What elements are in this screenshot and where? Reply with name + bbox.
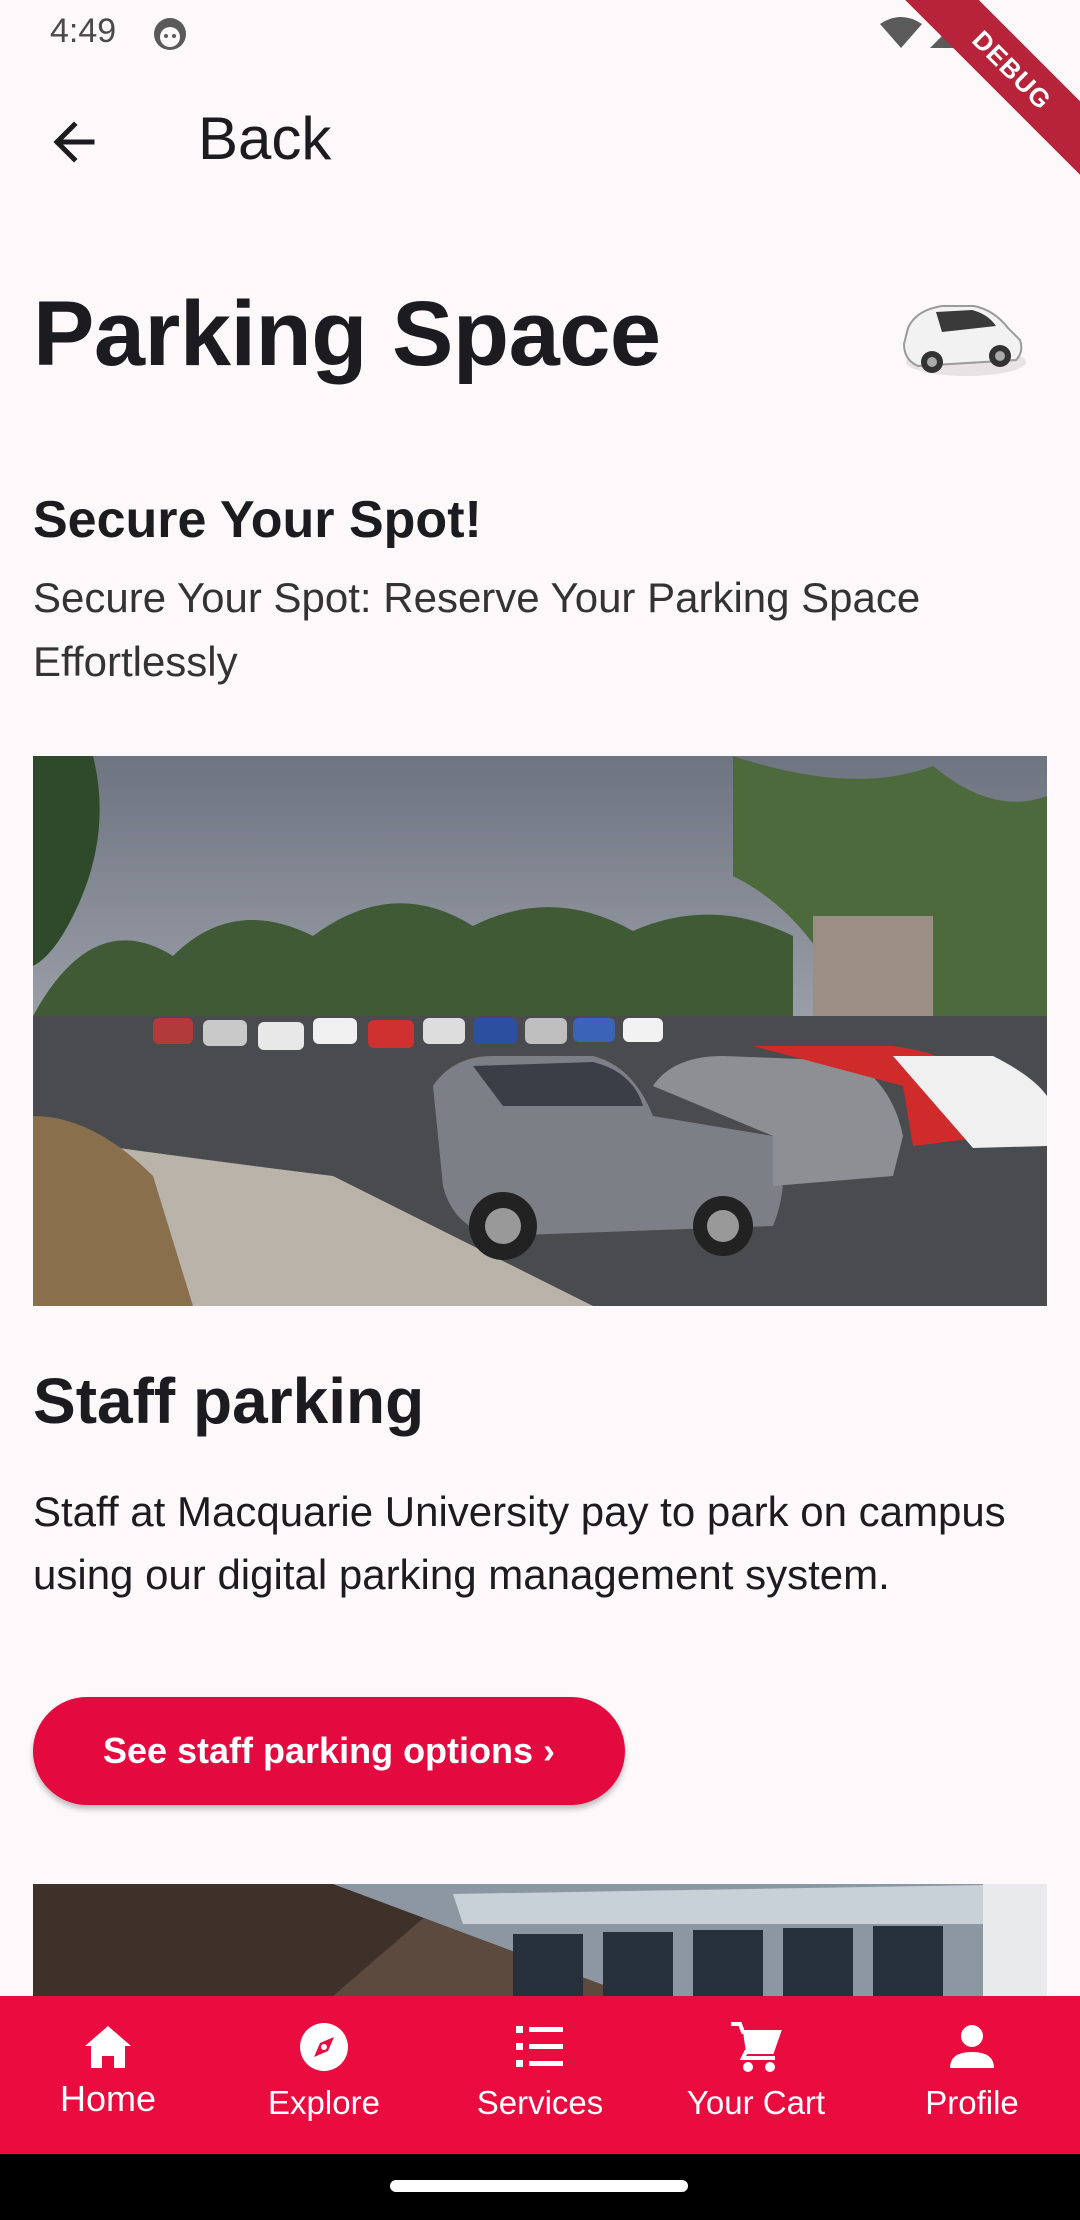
person-icon [950,2025,994,2068]
nav-item-explore[interactable]: Explore [216,1996,432,2154]
wifi-icon [880,17,922,48]
app-bar: Back [0,70,1080,216]
nav-label-profile: Profile [925,2084,1019,2121]
nav-label-cart: Your Cart [686,2084,826,2121]
android-face-icon [154,18,186,50]
nav-item-home[interactable]: Home [0,1996,216,2154]
signal-icon [930,18,960,48]
home-icon [85,2026,131,2068]
system-navigation-bar [0,2154,1080,2220]
nav-label-home: Home [59,2078,157,2119]
back-arrow-icon[interactable] [44,112,104,172]
bottom-navigation: Home Explore Services Your Cart Profile [0,1996,1080,2154]
back-label[interactable]: Back [198,104,331,173]
parking-lot-image [33,756,1047,1306]
nav-item-profile[interactable]: Profile [864,1996,1080,2154]
status-time: 4:49 [50,12,117,50]
nav-item-services[interactable]: Services [432,1996,648,2154]
staff-parking-options-button[interactable]: See staff parking options › [33,1697,625,1805]
nav-label-services: Services [476,2084,604,2121]
status-bar: 4:49 [0,0,1080,66]
staff-parking-description: Staff at Macquarie University pay to par… [33,1488,1006,1598]
page-title: Parking Space [33,283,661,385]
compass-icon [300,2023,348,2071]
cart-icon [731,2022,782,2072]
section-subtitle: Secure Your Spot: Reserve Your Parking S… [33,574,921,685]
list-icon [516,2026,563,2067]
home-indicator[interactable] [390,2180,688,2192]
nav-label-explore: Explore [268,2084,380,2121]
staff-parking-title: Staff parking [33,1365,425,1437]
building-image [33,1884,1047,1996]
section-title: Secure Your Spot! [33,491,482,549]
nav-item-cart[interactable]: Your Cart [648,1996,864,2154]
car-icon [902,305,1026,376]
